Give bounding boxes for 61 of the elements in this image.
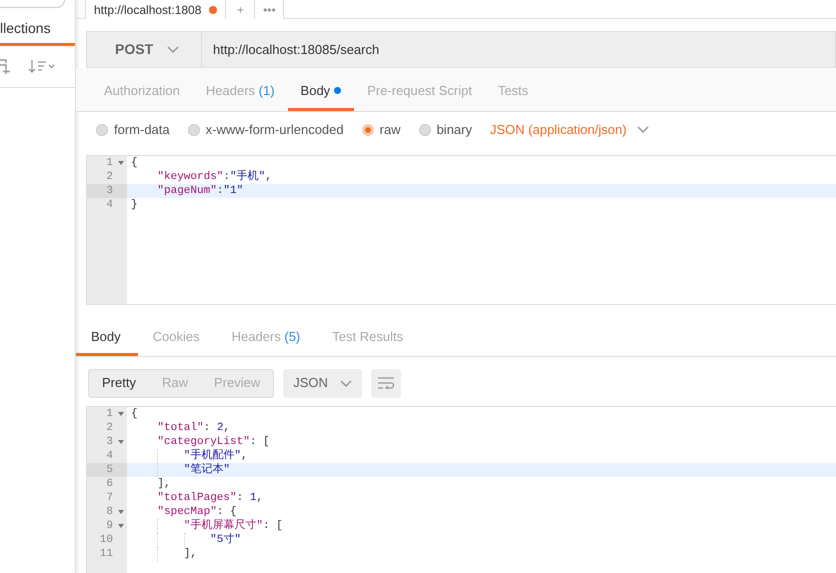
code-line: ], bbox=[156, 476, 172, 491]
code-line: "5寸" bbox=[127, 532, 836, 547]
code-line: { bbox=[130, 156, 139, 170]
code-editor[interactable]: 1 { 2 "keywords":"手机", 3 "pageNum":"1" 4 } bbox=[86, 155, 836, 306]
code-line: "categoryList": [ bbox=[156, 434, 271, 449]
line-number: 7 bbox=[105, 490, 114, 505]
wrap-lines-button[interactable] bbox=[370, 368, 401, 398]
radio-label[interactable]: form-data bbox=[114, 120, 170, 140]
line-number: 3 bbox=[87, 184, 127, 198]
line-number: 6 bbox=[105, 476, 114, 491]
code-line: "total": 2, bbox=[156, 420, 232, 435]
line-number: 4 bbox=[105, 448, 114, 463]
method-dropdown[interactable]: POST bbox=[86, 31, 202, 68]
line-number: 8 bbox=[87, 504, 127, 519]
code-line: "specMap": { bbox=[156, 504, 238, 519]
fold-arrow-icon[interactable] bbox=[118, 161, 124, 166]
wrap-icon bbox=[376, 377, 395, 390]
line-number: 1 bbox=[87, 156, 127, 170]
line-number: 10 bbox=[98, 532, 114, 547]
content-type-dropdown[interactable]: JSON (application/json) bbox=[490, 120, 649, 140]
request-tab[interactable]: http://localhost:1808 bbox=[85, 0, 226, 19]
sort-icon[interactable] bbox=[28, 60, 55, 74]
radio-button[interactable] bbox=[418, 124, 431, 136]
radio-label[interactable]: raw bbox=[380, 120, 401, 140]
line-number: 2 bbox=[105, 420, 114, 435]
radio-button[interactable] bbox=[362, 124, 374, 136]
request-tab[interactable]: Headers (1) bbox=[192, 69, 288, 111]
response-tab[interactable]: Body bbox=[76, 319, 138, 356]
chevron-down-icon bbox=[167, 46, 180, 54]
chevron-down-icon bbox=[636, 126, 649, 134]
line-number: 4 bbox=[105, 198, 114, 212]
code-line: } bbox=[130, 198, 139, 212]
request-tab[interactable]: Body bbox=[288, 69, 354, 111]
fold-arrow-icon[interactable] bbox=[118, 524, 124, 528]
response-tab[interactable]: Headers (5) bbox=[216, 319, 318, 356]
code-line: ], bbox=[127, 546, 836, 561]
line-number: 5 bbox=[87, 462, 127, 477]
new-collection-icon[interactable] bbox=[0, 58, 12, 74]
view-mode-button[interactable]: Pretty bbox=[89, 370, 149, 397]
line-number: 9 bbox=[87, 518, 127, 533]
line-number: 1 bbox=[87, 406, 127, 421]
radio-button[interactable] bbox=[96, 124, 108, 136]
code-line: "keywords":"手机", bbox=[156, 170, 273, 184]
radio-button[interactable] bbox=[188, 124, 200, 136]
radio-label[interactable]: x-www-form-urlencoded bbox=[206, 120, 344, 140]
fold-arrow-icon[interactable] bbox=[118, 510, 124, 514]
radio-label[interactable]: binary bbox=[436, 120, 472, 140]
fold-arrow-icon[interactable] bbox=[118, 412, 124, 416]
line-number: 3 bbox=[87, 434, 127, 449]
code-line: { bbox=[130, 406, 139, 421]
chevron-down-icon bbox=[340, 380, 352, 387]
new-tab-button[interactable]: + bbox=[226, 0, 256, 19]
format-dropdown[interactable]: JSON bbox=[283, 368, 362, 398]
more-tabs-button[interactable]: ••• bbox=[255, 0, 284, 19]
url-field[interactable]: http://localhost:18085/search bbox=[202, 31, 836, 68]
code-line: "totalPages": 1, bbox=[156, 490, 264, 505]
line-number: 2 bbox=[105, 170, 114, 184]
code-line: "手机屏幕尺寸": [ bbox=[127, 518, 836, 533]
line-number: 11 bbox=[98, 546, 114, 561]
collections-tab[interactable]: llections bbox=[0, 8, 75, 46]
fold-arrow-icon[interactable] bbox=[118, 440, 124, 444]
